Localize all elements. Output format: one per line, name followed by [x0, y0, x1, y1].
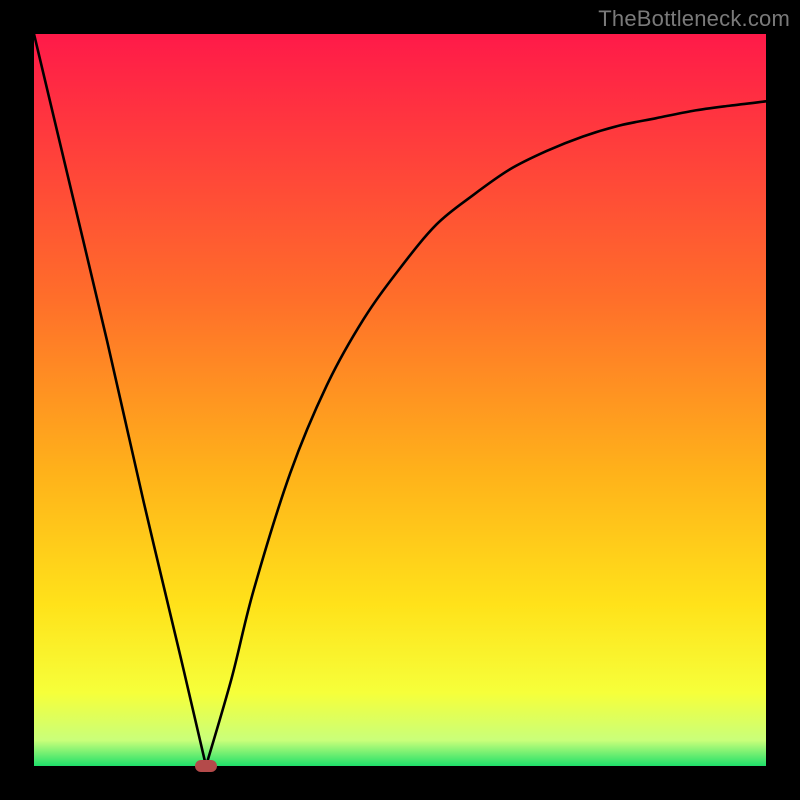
bottleneck-curve: [34, 34, 766, 766]
plot-area: [34, 34, 766, 766]
watermark-text: TheBottleneck.com: [598, 6, 790, 32]
chart-frame: TheBottleneck.com: [0, 0, 800, 800]
optimal-point-marker: [195, 760, 217, 772]
